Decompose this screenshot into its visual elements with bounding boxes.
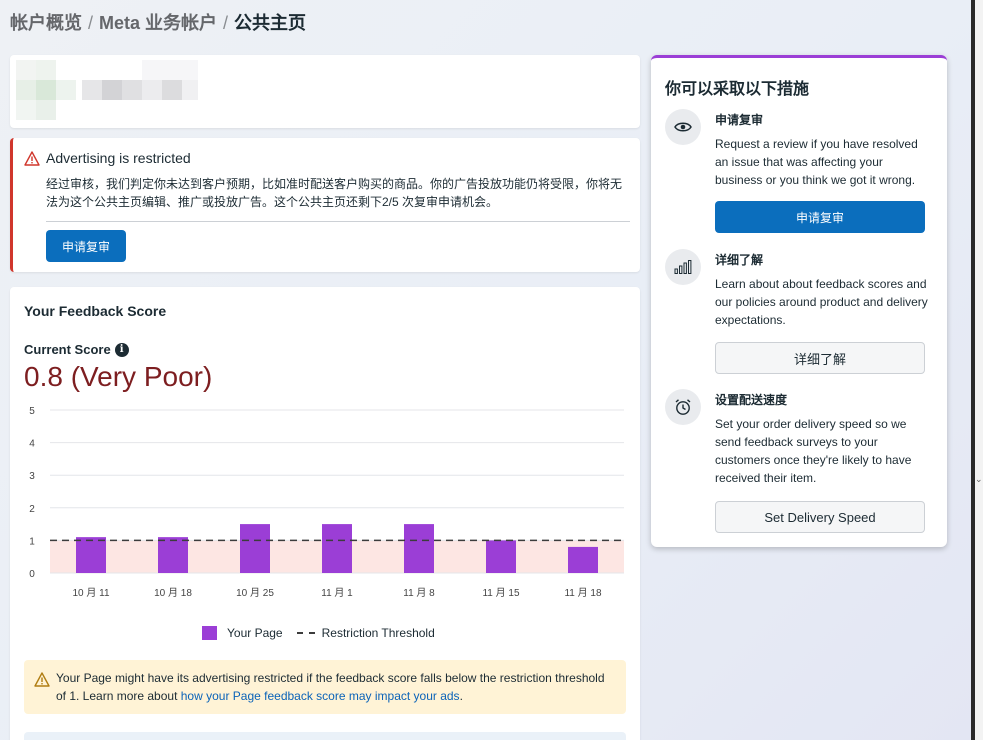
section-title-delivery-speed: 设置配送速度 [715,393,788,407]
x-tick-label: 10 月 18 [154,587,192,599]
breadcrumb-business-account[interactable]: Meta 业务帐户 [99,13,217,33]
bar [158,537,188,573]
x-tick-label: 11 月 18 [564,587,601,599]
next-section-preview [24,732,626,740]
bar [568,546,598,573]
section-desc-learn-more: Learn about about feedback scores and ou… [715,277,928,327]
y-tick-label: 5 [29,406,35,417]
bar [76,537,106,573]
current-score-value: 0.8 (Very Poor) [24,361,213,392]
bar [486,540,516,573]
feedback-score-chart: 0 1 2 3 4 5 10 月 11 10 月 18 10 月 25 11 月 1 11 月 8 1… [29,406,624,599]
request-review-button[interactable]: 申请复审 [46,230,126,262]
panel-request-review-button[interactable]: 申请复审 [715,201,925,233]
x-tick-label: 11 月 1 [321,587,353,599]
breadcrumb-separator: / [88,13,94,33]
restriction-alert-header: Advertising is restricted [24,150,191,166]
x-tick-label: 11 月 8 [403,587,435,599]
bar [322,524,352,573]
section-title-learn-more: 详细了解 [715,253,764,267]
warning-icon [34,672,50,687]
bar-chart-icon [665,249,701,285]
restriction-alert: Advertising is restricted 经过审核，我们判定你未达到客… [10,138,640,272]
current-score-label: Current Score i [24,342,129,357]
notice-text-end: . [459,689,463,703]
divider [46,221,630,222]
actions-panel-heading: 你可以采取以下措施 [665,81,810,98]
bar [404,524,434,573]
current-score-label-text: Current Score [24,342,111,357]
section-title-request-review: 申请复审 [715,113,764,127]
x-tick-label: 11 月 15 [482,587,519,599]
warning-icon [24,150,40,166]
feedback-score-card: Your Feedback Score Current Score i 0.8 … [10,287,640,740]
legend-swatch-your-page [202,626,217,640]
set-delivery-speed-button[interactable]: Set Delivery Speed [715,501,925,533]
chevron-down-icon: ⌄ [975,474,983,484]
breadcrumb-account-overview[interactable]: 帐户概览 [10,13,82,33]
restriction-alert-body: 经过审核，我们判定你未达到客户预期，比如准时配送客户购买的商品。你的广告投放功能… [46,177,623,209]
alarm-clock-icon [665,389,701,425]
restriction-alert-title: Advertising is restricted [46,150,191,166]
y-tick-label: 1 [29,536,35,547]
breadcrumb: 帐户概览 / Meta 业务帐户 / 公共主页 [10,9,306,35]
y-tick-label: 3 [29,471,35,482]
feedback-score-impact-link[interactable]: how your Page feedback score may impact … [181,689,460,703]
actions-panel: 你可以采取以下措施 申请复审 Request a review if you h… [651,55,947,547]
x-tick-label: 10 月 25 [236,587,274,599]
page-profile-card [10,55,640,128]
score-warning-notice: Your Page might have its advertising res… [24,660,626,714]
learn-more-button[interactable]: 详细了解 [715,342,925,374]
eye-icon [665,109,701,145]
section-desc-request-review: Request a review if you have resolved an… [715,137,918,187]
y-tick-label: 4 [29,439,35,450]
info-icon[interactable]: i [114,342,129,357]
legend-label-threshold: Restriction Threshold [321,626,435,640]
legend-swatch-threshold [296,632,315,634]
y-tick-label: 0 [29,569,35,580]
scrollbar-track[interactable]: ⌄ [975,0,983,740]
bar [240,524,270,573]
legend-label-your-page: Your Page [227,626,283,640]
breadcrumb-separator: / [223,13,229,33]
section-desc-delivery-speed: Set your order delivery speed so we send… [715,417,912,485]
breadcrumb-current-page: 公共主页 [234,13,307,33]
x-tick-label: 10 月 11 [72,587,109,599]
y-tick-label: 2 [29,504,35,515]
chart-legend: Your Page Restriction Threshold [202,626,435,640]
feedback-score-title: Your Feedback Score [24,303,167,319]
